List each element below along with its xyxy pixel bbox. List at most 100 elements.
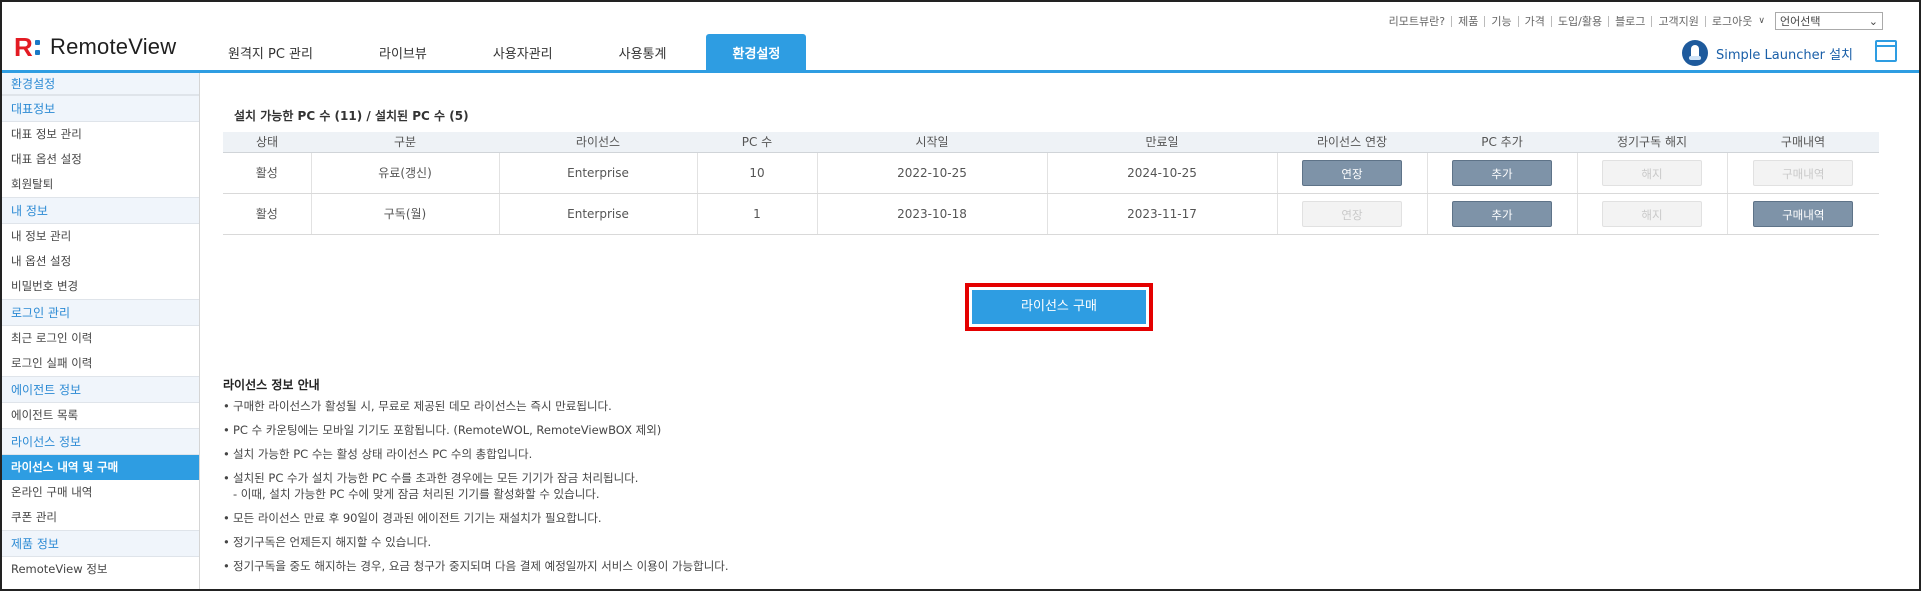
tab-stats[interactable]: 사용통계 (593, 34, 693, 70)
table-row: 활성 유료(갱신) Enterprise 10 2022-10-25 2024-… (223, 152, 1879, 194)
cell-history: 구매내역 (1727, 152, 1879, 194)
cell-cancel: 해지 (1577, 193, 1728, 235)
list-item-text: 설치된 PC 수가 설치 가능한 PC 수를 초과한 경우에는 모든 기기가 잠… (233, 471, 639, 485)
cell-history: 구매내역 (1727, 193, 1879, 235)
sidebar-title: 환경설정 (2, 73, 199, 95)
sidebar-item-my-info[interactable]: 내 정보 관리 (2, 224, 199, 249)
col-license: 라이선스 (499, 132, 697, 153)
logo-icon: R (14, 34, 40, 60)
col-history: 구매내역 (1727, 132, 1879, 153)
buy-license-button[interactable]: 라이선스 구매 (972, 290, 1146, 324)
sidebar-section-my[interactable]: 내 정보 (2, 197, 199, 224)
pc-count-summary: 설치 가능한 PC 수 (11) / 설치된 PC 수 (5) (234, 109, 469, 123)
col-pc-count: PC 수 (697, 132, 817, 153)
rocket-icon (1682, 40, 1708, 66)
top-link-price[interactable]: 가격 (1519, 15, 1552, 27)
app-frame: R RemoteView 리모트뷰란? 제품 기능 가격 도입/활용 블로그 고… (0, 0, 1921, 591)
logo-text: RemoteView (50, 34, 177, 59)
col-extend: 라이선스 연장 (1277, 132, 1427, 153)
sidebar-item-license-history[interactable]: 라이선스 내역 및 구매 (2, 455, 199, 480)
cell-cancel: 해지 (1577, 152, 1728, 194)
sidebar-section-rep[interactable]: 대표정보 (2, 95, 199, 122)
cancel-subscription-button: 해지 (1602, 200, 1702, 227)
cell-end-date: 2023-11-17 (1047, 193, 1278, 235)
list-item: 정기구독을 중도 해지하는 경우, 요금 청구가 중지되며 다음 결제 예정일까… (223, 558, 1323, 574)
simple-launcher-link[interactable]: Simple Launcher 설치 (1682, 40, 1853, 66)
logo[interactable]: R RemoteView (14, 32, 176, 62)
table-header-row: 상태 구분 라이선스 PC 수 시작일 만료일 라이선스 연장 PC 추가 정기… (223, 132, 1879, 153)
tab-settings[interactable]: 환경설정 (706, 34, 807, 70)
top-link-about[interactable]: 리모트뷰란? (1383, 15, 1453, 27)
chevron-down-icon[interactable]: ∨ (1758, 16, 1765, 26)
col-cancel: 정기구독 해지 (1577, 132, 1727, 153)
list-item: 설치된 PC 수가 설치 가능한 PC 수를 초과한 경우에는 모든 기기가 잠… (223, 470, 1323, 502)
header: R RemoteView 리모트뷰란? 제품 기능 가격 도입/활용 블로그 고… (2, 2, 1919, 70)
sidebar-item-agent-list[interactable]: 에이전트 목록 (2, 403, 199, 428)
cell-add-pc: 추가 (1427, 152, 1578, 194)
license-guide-title: 라이선스 정보 안내 (223, 378, 320, 392)
extend-button: 연장 (1302, 200, 1402, 227)
top-link-support[interactable]: 고객지원 (1652, 15, 1706, 27)
top-link-adoption[interactable]: 도입/활용 (1552, 15, 1610, 27)
col-status: 상태 (223, 132, 311, 153)
sidebar-item-online-purchase[interactable]: 온라인 구매 내역 (2, 480, 199, 505)
tab-liveview[interactable]: 라이브뷰 (353, 34, 453, 70)
cell-type: 구독(월) (311, 193, 500, 235)
list-item: 설치 가능한 PC 수는 활성 상태 라이선스 PC 수의 총합입니다. (223, 446, 1323, 462)
cell-status: 활성 (223, 193, 312, 235)
top-link-product[interactable]: 제품 (1452, 15, 1486, 27)
add-pc-button[interactable]: 추가 (1452, 200, 1552, 227)
cell-start-date: 2022-10-25 (817, 152, 1048, 194)
sidebar-section-license[interactable]: 라이선스 정보 (2, 428, 199, 455)
col-start-date: 시작일 (817, 132, 1047, 153)
sidebar-section-login[interactable]: 로그인 관리 (2, 299, 199, 326)
sidebar-item-rep-options[interactable]: 대표 옵션 설정 (2, 147, 199, 172)
extend-button[interactable]: 연장 (1302, 159, 1402, 186)
sidebar-item-login-fail[interactable]: 로그인 실패 이력 (2, 351, 199, 376)
chevron-down-icon: ⌄ (1868, 14, 1878, 28)
cell-type: 유료(갱신) (311, 152, 500, 194)
top-link-logout[interactable]: 로그아웃 (1706, 16, 1758, 27)
cancel-subscription-button: 해지 (1602, 159, 1702, 186)
sidebar-item-recent-login[interactable]: 최근 로그인 이력 (2, 326, 199, 351)
sidebar: 환경설정 대표정보 대표 정보 관리 대표 옵션 설정 회원탈퇴 내 정보 내 … (2, 73, 200, 589)
license-table: 상태 구분 라이선스 PC 수 시작일 만료일 라이선스 연장 PC 추가 정기… (223, 132, 1879, 235)
purchase-history-button[interactable]: 구매내역 (1753, 200, 1854, 227)
list-item: PC 수 카운팅에는 모바일 기기도 포함됩니다. (RemoteWOL, Re… (223, 422, 1323, 438)
col-type: 구분 (311, 132, 499, 153)
col-add-pc: PC 추가 (1427, 132, 1577, 153)
sidebar-item-product-info[interactable]: RemoteView 정보 (2, 557, 199, 582)
tab-remote-pc[interactable]: 원격지 PC 관리 (202, 34, 339, 70)
cell-license: Enterprise (499, 193, 698, 235)
buy-license-highlight: 라이선스 구매 (965, 283, 1153, 331)
cell-extend: 연장 (1277, 193, 1428, 235)
cell-start-date: 2023-10-18 (817, 193, 1048, 235)
list-item: 정기구독은 언제든지 해지할 수 있습니다. (223, 534, 1323, 550)
sidebar-section-product[interactable]: 제품 정보 (2, 530, 199, 557)
cell-license: Enterprise (499, 152, 698, 194)
sidebar-section-agent[interactable]: 에이전트 정보 (2, 376, 199, 403)
top-links: 리모트뷰란? 제품 기능 가격 도입/활용 블로그 고객지원 로그아웃 ∨ 언어… (1383, 12, 1883, 30)
tab-users[interactable]: 사용자관리 (467, 34, 579, 70)
cell-pc-count: 10 (697, 152, 818, 194)
add-pc-button[interactable]: 추가 (1452, 159, 1552, 186)
top-link-blog[interactable]: 블로그 (1609, 15, 1653, 27)
sidebar-item-withdraw[interactable]: 회원탈퇴 (2, 172, 199, 197)
cell-end-date: 2024-10-25 (1047, 152, 1278, 194)
launcher-label: Simple Launcher 설치 (1716, 47, 1853, 63)
list-item: 모든 라이선스 만료 후 90일이 경과된 에이전트 기기는 재설치가 필요합니… (223, 510, 1323, 526)
language-select-value: 언어선택 (1780, 15, 1821, 28)
window-icon[interactable] (1875, 40, 1897, 62)
license-guide-list: 구매한 라이선스가 활성될 시, 무료로 제공된 데모 라이선스는 즉시 만료됩… (223, 398, 1323, 582)
sidebar-item-rep-info[interactable]: 대표 정보 관리 (2, 122, 199, 147)
top-link-features[interactable]: 기능 (1485, 15, 1519, 27)
list-item-subnote: - 이때, 설치 가능한 PC 수에 맞게 잠금 처리된 기기를 활성화할 수 … (233, 487, 600, 501)
sidebar-item-my-options[interactable]: 내 옵션 설정 (2, 249, 199, 274)
purchase-history-button: 구매내역 (1753, 159, 1854, 186)
main-nav: 원격지 PC 관리 라이브뷰 사용자관리 사용통계 환경설정 (202, 34, 820, 70)
language-select[interactable]: 언어선택 ⌄ (1775, 12, 1883, 30)
list-item: 구매한 라이선스가 활성될 시, 무료로 제공된 데모 라이선스는 즉시 만료됩… (223, 398, 1323, 414)
cell-status: 활성 (223, 152, 312, 194)
sidebar-item-password[interactable]: 비밀번호 변경 (2, 274, 199, 299)
sidebar-item-coupon[interactable]: 쿠폰 관리 (2, 505, 199, 530)
